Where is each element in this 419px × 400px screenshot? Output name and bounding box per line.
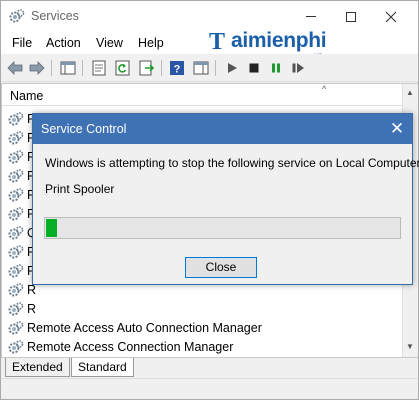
close-window-button[interactable]	[369, 1, 413, 32]
menu-file[interactable]: File	[12, 36, 32, 50]
svg-text:?: ?	[174, 64, 181, 76]
stop-service-button[interactable]	[245, 59, 263, 77]
service-gear-icon	[8, 340, 24, 354]
service-gear-icon	[8, 245, 24, 259]
service-gear-icon	[8, 321, 24, 335]
maximize-icon	[346, 11, 356, 22]
scroll-up-arrow-icon[interactable]: ▲	[406, 88, 414, 97]
pause-icon	[272, 63, 280, 73]
service-gear-icon	[8, 131, 24, 145]
watermark-t: T	[209, 29, 226, 55]
minimize-button[interactable]	[289, 1, 333, 32]
back-arrow-icon	[7, 61, 23, 75]
export-list-button[interactable]	[138, 59, 156, 77]
column-name-label: Name	[10, 89, 44, 103]
help-button[interactable]: ?	[168, 59, 186, 77]
service-name: R	[27, 283, 37, 297]
service-gear-icon	[8, 207, 24, 221]
title-bar: Services	[1, 1, 418, 32]
minimize-icon	[306, 16, 316, 17]
service-row[interactable]: R	[6, 300, 401, 319]
column-header-name[interactable]: Name ^	[2, 84, 402, 106]
properties-button[interactable]	[90, 59, 108, 77]
console-tree-button[interactable]	[59, 59, 77, 77]
service-gear-icon	[8, 188, 24, 202]
scroll-down-arrow-icon[interactable]: ▼	[406, 342, 414, 351]
show-pane-button[interactable]	[192, 59, 210, 77]
dialog-service-name: Print Spooler	[45, 182, 115, 196]
properties-icon	[92, 60, 106, 76]
export-icon	[139, 60, 155, 76]
maximize-button[interactable]	[329, 1, 373, 32]
menu-view[interactable]: View	[96, 36, 123, 50]
close-button[interactable]: Close	[185, 257, 257, 278]
service-gear-icon	[8, 302, 24, 316]
refresh-button[interactable]	[114, 59, 132, 77]
service-name: Remote Access Connection Manager	[27, 340, 234, 354]
service-gear-icon	[8, 264, 24, 278]
service-row[interactable]: Remote Access Auto Connection Manager	[6, 319, 401, 338]
watermark-text: aimienphi	[231, 29, 327, 52]
toolbar: ?	[1, 54, 418, 82]
play-icon	[228, 63, 237, 73]
window-title: Services	[31, 9, 79, 23]
forward-button[interactable]	[28, 59, 46, 77]
close-icon	[385, 11, 397, 22]
back-button[interactable]	[6, 59, 24, 77]
service-row[interactable]: Remote Access Connection Manager	[6, 338, 401, 357]
sort-ascending-icon: ^	[322, 84, 327, 94]
dialog-message: Windows is attempting to stop the follow…	[45, 156, 419, 170]
service-gear-icon	[8, 150, 24, 164]
help-icon: ?	[170, 61, 184, 76]
stop-icon	[249, 63, 259, 73]
service-gear-icon	[8, 226, 24, 240]
services-gear-icon	[9, 9, 25, 23]
console-tree-icon	[60, 61, 76, 75]
service-name: R	[27, 302, 37, 316]
dialog-close-icon[interactable]: ✕	[387, 119, 407, 139]
status-bar	[1, 378, 418, 399]
pause-service-button[interactable]	[267, 59, 285, 77]
service-name: Remote Access Auto Connection Manager	[27, 321, 262, 335]
start-service-button[interactable]	[223, 59, 241, 77]
tab-extended[interactable]: Extended	[5, 358, 70, 377]
tab-standard[interactable]: Standard	[71, 358, 134, 377]
restart-service-button[interactable]	[289, 59, 307, 77]
forward-arrow-icon	[29, 61, 45, 75]
refresh-icon	[115, 60, 130, 76]
restart-icon	[292, 63, 304, 73]
dialog-title-bar: Service Control ✕	[33, 114, 412, 144]
service-gear-icon	[8, 169, 24, 183]
dialog-title: Service Control	[41, 122, 127, 136]
service-gear-icon	[8, 112, 24, 126]
stop-progress-bar	[44, 217, 401, 239]
menu-help[interactable]: Help	[138, 36, 164, 50]
service-gear-icon	[8, 283, 24, 297]
service-control-dialog: Service Control ✕ Windows is attempting …	[32, 113, 419, 285]
view-tabs: Extended Standard	[1, 358, 418, 378]
menu-action[interactable]: Action	[46, 36, 81, 50]
action-pane-icon	[193, 61, 209, 75]
services-window: Services File Action View Help T aimienp…	[0, 0, 419, 400]
progress-fill	[46, 219, 57, 237]
